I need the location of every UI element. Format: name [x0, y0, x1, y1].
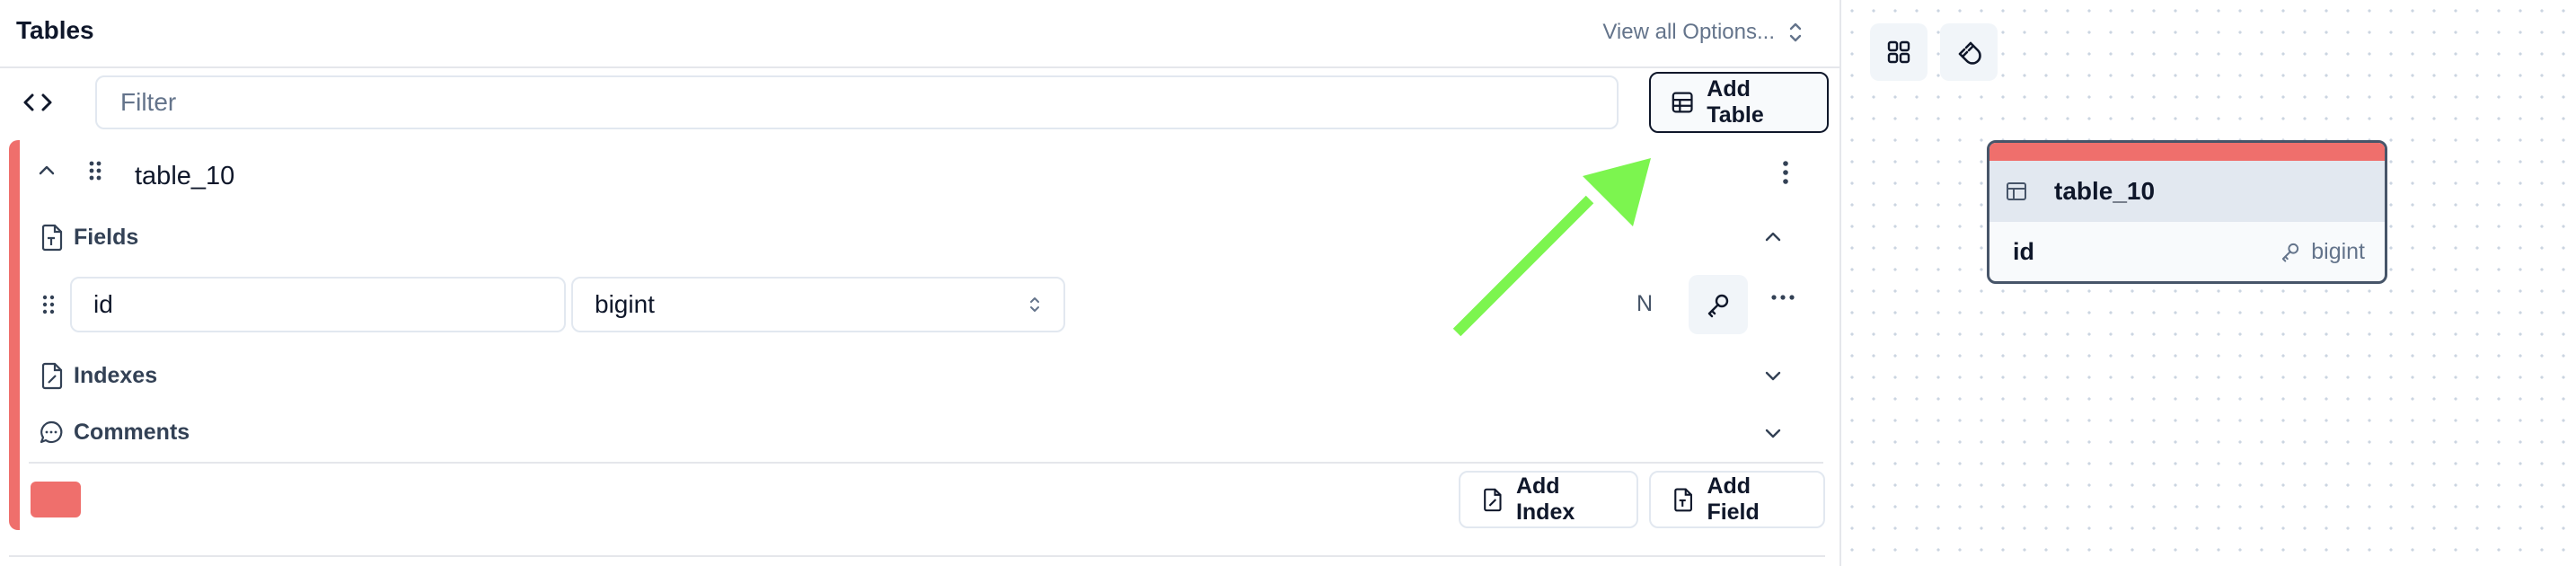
- field-type-select[interactable]: bigint: [571, 277, 1065, 332]
- field-type-value: bigint: [595, 290, 655, 318]
- more-horizontal-icon: [1771, 295, 1795, 300]
- filter-input[interactable]: [95, 75, 1619, 129]
- chevrons-up-down-icon: [1030, 297, 1039, 312]
- code-view-toggle[interactable]: [18, 86, 57, 119]
- field-menu-button[interactable]: [1769, 291, 1796, 307]
- file-type-icon: [1674, 488, 1692, 512]
- table-color-picker[interactable]: [31, 482, 81, 517]
- file-index-icon: [41, 362, 63, 390]
- grip-vertical-icon: [89, 161, 101, 181]
- node-header[interactable]: table_10: [1989, 161, 2385, 222]
- chevron-up-icon: [39, 165, 55, 175]
- table-color-accent: [9, 140, 20, 530]
- field-drag-handle[interactable]: [41, 293, 56, 321]
- tables-panel: Tables View all Options... Add Table: [0, 0, 1839, 566]
- chevron-down-icon: [1765, 429, 1781, 438]
- more-vertical-icon: [1783, 161, 1788, 184]
- layout-grid-icon: [1887, 40, 1910, 64]
- comments-section-header[interactable]: Comments: [38, 419, 190, 446]
- file-type-icon: [41, 224, 63, 252]
- add-field-button[interactable]: Add Field: [1649, 471, 1825, 528]
- comments-toggle[interactable]: [1762, 422, 1784, 448]
- indexes-label: Indexes: [74, 362, 158, 388]
- table-name[interactable]: table_10: [135, 162, 234, 191]
- chevron-down-icon: [1765, 371, 1781, 381]
- fields-section-header[interactable]: Fields: [38, 223, 138, 252]
- file-index-icon: [1484, 488, 1502, 512]
- add-table-label: Add Table: [1707, 76, 1764, 128]
- node-color-accent: [1989, 143, 2385, 161]
- field-name-input[interactable]: [70, 277, 566, 332]
- key-icon: [2282, 243, 2299, 262]
- indexes-section-header[interactable]: Indexes: [38, 361, 157, 390]
- chevrons-up-down-icon: [1789, 22, 1802, 42]
- panel-bottom-divider: [9, 555, 1825, 557]
- card-footer-divider: [29, 462, 1823, 464]
- node-field-type: bigint: [2311, 238, 2365, 264]
- annotation-arrow: [1452, 158, 1651, 337]
- code-brackets-icon: [23, 93, 52, 111]
- view-all-options-label: View all Options...: [1602, 20, 1775, 44]
- add-index-label: Add Index: [1515, 473, 1575, 525]
- table-icon: [2007, 182, 2026, 200]
- primary-key-toggle[interactable]: [1689, 275, 1748, 334]
- message-circle-icon: [40, 420, 63, 444]
- table-drag-handle[interactable]: [86, 158, 104, 188]
- comments-label: Comments: [74, 419, 190, 445]
- panel-title: Tables: [16, 16, 94, 44]
- fields-label: Fields: [74, 224, 139, 250]
- panel-header: Tables View all Options...: [0, 0, 1839, 68]
- view-all-options-button[interactable]: View all Options...: [1602, 20, 1804, 45]
- node-field-type-group: bigint: [2279, 239, 2365, 265]
- add-field-label: Add Field: [1707, 473, 1760, 525]
- auto-layout-button[interactable]: [1870, 23, 1928, 81]
- table-grid-icon: [1672, 92, 1693, 113]
- indexes-toggle[interactable]: [1762, 365, 1784, 391]
- node-field-name: id: [2013, 237, 2034, 265]
- diagram-table-node[interactable]: table_10 id bigint: [1987, 140, 2387, 284]
- snap-to-grid-button[interactable]: [1940, 23, 1998, 81]
- add-table-button[interactable]: Add Table: [1649, 72, 1829, 133]
- add-index-button[interactable]: Add Index: [1459, 471, 1638, 528]
- chevron-up-icon: [1765, 232, 1781, 242]
- grip-vertical-icon: [42, 295, 55, 314]
- magnet-icon: [1958, 41, 1981, 65]
- fields-toggle[interactable]: [1762, 226, 1784, 252]
- key-icon: [1707, 294, 1729, 318]
- table-menu-button[interactable]: [1777, 158, 1795, 191]
- node-field-row[interactable]: id bigint: [1989, 222, 2385, 281]
- collapse-table-button[interactable]: [36, 160, 57, 186]
- node-title: table_10: [2054, 177, 2156, 205]
